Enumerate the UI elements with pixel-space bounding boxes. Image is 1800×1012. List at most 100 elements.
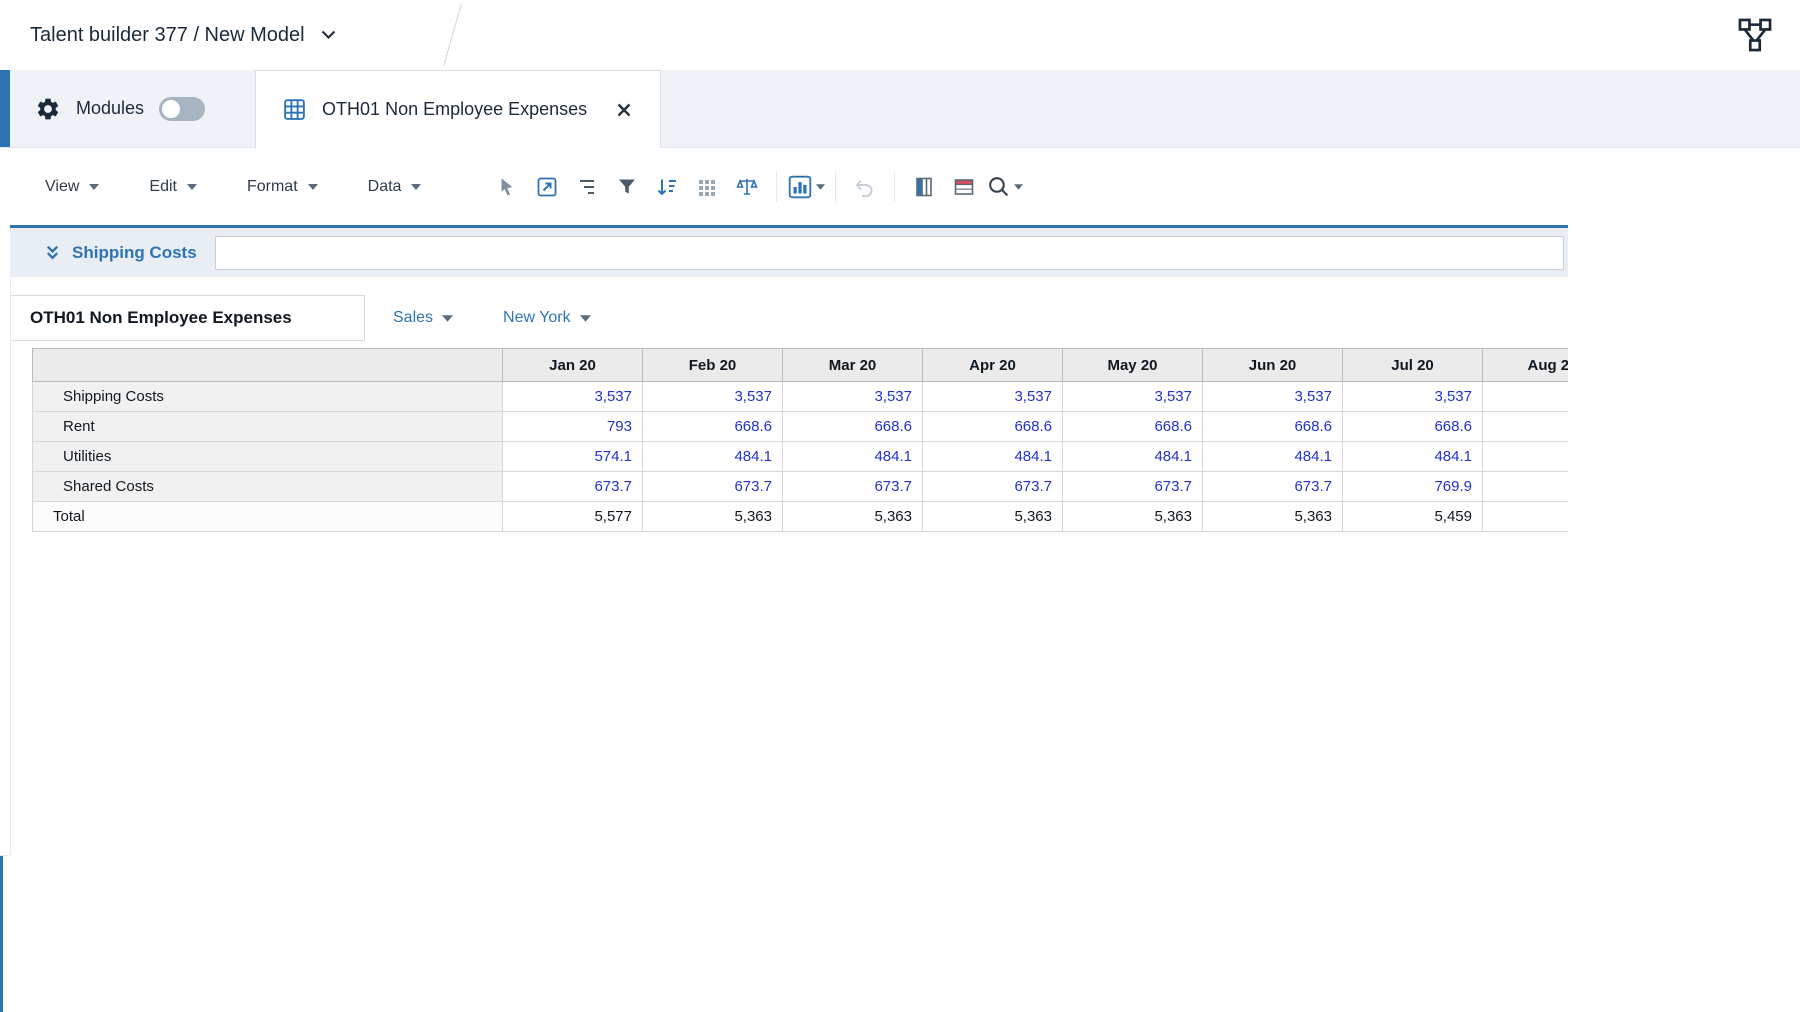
- modules-label: Modules: [76, 98, 145, 118]
- grid-cell[interactable]: 5,363: [1202, 501, 1343, 532]
- menu-edit[interactable]: Edit: [149, 178, 197, 196]
- grid-cell[interactable]: 3,537: [1342, 381, 1483, 412]
- grid-cell[interactable]: [1482, 501, 1568, 532]
- menu-data[interactable]: Data: [368, 178, 422, 196]
- grid-cell[interactable]: 673.7: [642, 471, 783, 502]
- grid-row-label[interactable]: Shipping Costs: [32, 381, 503, 412]
- grid-row: Utilities 574.1 484.1 484.1 484.1 484.1 484.1 4…: [32, 441, 1568, 472]
- grid-cell[interactable]: 3,537: [642, 381, 783, 412]
- page-selector-location[interactable]: New York: [503, 309, 591, 327]
- menu-view-label: View: [45, 177, 80, 195]
- grid-cell[interactable]: 484.1: [642, 441, 783, 472]
- grid-column-header[interactable]: Jan 20: [502, 348, 643, 382]
- grid-cell[interactable]: 5,363: [1062, 501, 1203, 532]
- grid-cell[interactable]: 3,537: [502, 381, 643, 412]
- grid-column-header[interactable]: Aug 20: [1482, 348, 1568, 382]
- grid-cell[interactable]: [1482, 411, 1568, 442]
- balance-button[interactable]: [727, 170, 767, 204]
- grid-column-header[interactable]: Jun 20: [1202, 348, 1343, 382]
- undo-button[interactable]: [845, 170, 885, 204]
- grid-header-row: Jan 20 Feb 20 Mar 20 Apr 20 May 20 Jun 20 Jul …: [32, 348, 1568, 382]
- expand-formula-icon[interactable]: [44, 244, 61, 261]
- grid-row-label[interactable]: Utilities: [32, 441, 503, 472]
- grid-column-header[interactable]: Jul 20: [1342, 348, 1483, 382]
- grid-row-label[interactable]: Shared Costs: [32, 471, 503, 502]
- sort-icon: [658, 179, 677, 195]
- grid-cell[interactable]: 484.1: [1342, 441, 1483, 472]
- grid-cell[interactable]: 3,537: [782, 381, 923, 412]
- freeze-panes-icon: [916, 177, 933, 196]
- chevron-down-icon: [411, 183, 422, 190]
- tab-strip: Modules OTH01 Non Employee Expenses: [0, 70, 1800, 148]
- menu-view[interactable]: View: [45, 177, 100, 196]
- grid-cell[interactable]: 5,363: [922, 501, 1063, 532]
- menu-format[interactable]: Format: [247, 178, 318, 196]
- grid-cell[interactable]: 668.6: [1342, 411, 1483, 442]
- toolbar-icons: [487, 170, 1024, 204]
- grid-cell[interactable]: 769.9: [1342, 471, 1483, 502]
- grid-cell[interactable]: 673.7: [922, 471, 1063, 502]
- grid-cell[interactable]: [1482, 471, 1568, 502]
- model-network-icon: [1738, 18, 1772, 52]
- model-breadcrumb[interactable]: Talent builder 377 / New Model: [30, 24, 336, 47]
- freeze-panes-button[interactable]: [904, 170, 944, 204]
- grid-cell[interactable]: 673.7: [502, 471, 643, 502]
- grid-cell[interactable]: 3,537: [1062, 381, 1203, 412]
- grid-column-header[interactable]: Apr 20: [922, 348, 1063, 382]
- grid-cell[interactable]: 793: [502, 411, 643, 442]
- sort-button[interactable]: [647, 170, 687, 204]
- drill-down-button[interactable]: [527, 170, 567, 204]
- page-selector-label: New York: [503, 309, 571, 326]
- modules-toggle[interactable]: [159, 96, 206, 121]
- grid-row-label[interactable]: Total: [32, 501, 503, 532]
- grid-cell[interactable]: 5,577: [502, 501, 643, 532]
- grid-cell[interactable]: 5,459: [1342, 501, 1483, 532]
- grid-cell[interactable]: 574.1: [502, 441, 643, 472]
- grid-cell[interactable]: 668.6: [1202, 411, 1343, 442]
- page-selector-sales[interactable]: Sales: [393, 309, 454, 327]
- chart-button[interactable]: [786, 170, 826, 204]
- top-header: Talent builder 377 / New Model: [0, 0, 1800, 70]
- module-title: OTH01 Non Employee Expenses: [10, 295, 365, 341]
- grid-cell[interactable]: 484.1: [782, 441, 923, 472]
- model-map-button[interactable]: [1732, 12, 1778, 58]
- grid-cell[interactable]: 668.6: [922, 411, 1063, 442]
- formula-bar: Shipping Costs: [10, 228, 1568, 277]
- tab-label: OTH01 Non Employee Expenses: [322, 99, 588, 119]
- grid-column-header[interactable]: Mar 20: [782, 348, 923, 382]
- outline-icon: [580, 179, 595, 194]
- close-icon[interactable]: [614, 100, 634, 120]
- select-cursor-button[interactable]: [487, 170, 527, 204]
- search-button[interactable]: [984, 170, 1024, 204]
- grid-cell[interactable]: 673.7: [1062, 471, 1203, 502]
- tab-module-oth01[interactable]: OTH01 Non Employee Expenses: [255, 70, 662, 148]
- chevron-down-icon: [89, 183, 100, 190]
- filter-button[interactable]: [607, 170, 647, 204]
- worksheet-button[interactable]: [944, 170, 984, 204]
- grid-cell[interactable]: 673.7: [1202, 471, 1343, 502]
- grid-cell[interactable]: 668.6: [1062, 411, 1203, 442]
- grid-cell[interactable]: 484.1: [1062, 441, 1203, 472]
- grid-cell[interactable]: 3,537: [922, 381, 1063, 412]
- grid-cell[interactable]: 668.6: [782, 411, 923, 442]
- grid-cell[interactable]: 668.6: [642, 411, 783, 442]
- grid-cell[interactable]: 5,363: [642, 501, 783, 532]
- cells-button[interactable]: [687, 170, 727, 204]
- grid-cell[interactable]: 484.1: [922, 441, 1063, 472]
- grid-cell[interactable]: 5,363: [782, 501, 923, 532]
- outline-button[interactable]: [567, 170, 607, 204]
- grid-cell[interactable]: [1482, 381, 1568, 412]
- formula-input[interactable]: [214, 235, 1564, 270]
- select-cursor-icon: [501, 178, 513, 195]
- grid-column-header[interactable]: May 20: [1062, 348, 1203, 382]
- chevron-down-icon: [321, 30, 336, 40]
- header-divider-slash: [443, 4, 462, 66]
- grid-cell[interactable]: 673.7: [782, 471, 923, 502]
- cells-icon: [699, 179, 716, 196]
- grid-cell[interactable]: [1482, 441, 1568, 472]
- grid-row-label[interactable]: Rent: [32, 411, 503, 442]
- grid-cell[interactable]: 484.1: [1202, 441, 1343, 472]
- grid-column-header[interactable]: Feb 20: [642, 348, 783, 382]
- grid-corner-cell[interactable]: [32, 348, 503, 382]
- grid-cell[interactable]: 3,537: [1202, 381, 1343, 412]
